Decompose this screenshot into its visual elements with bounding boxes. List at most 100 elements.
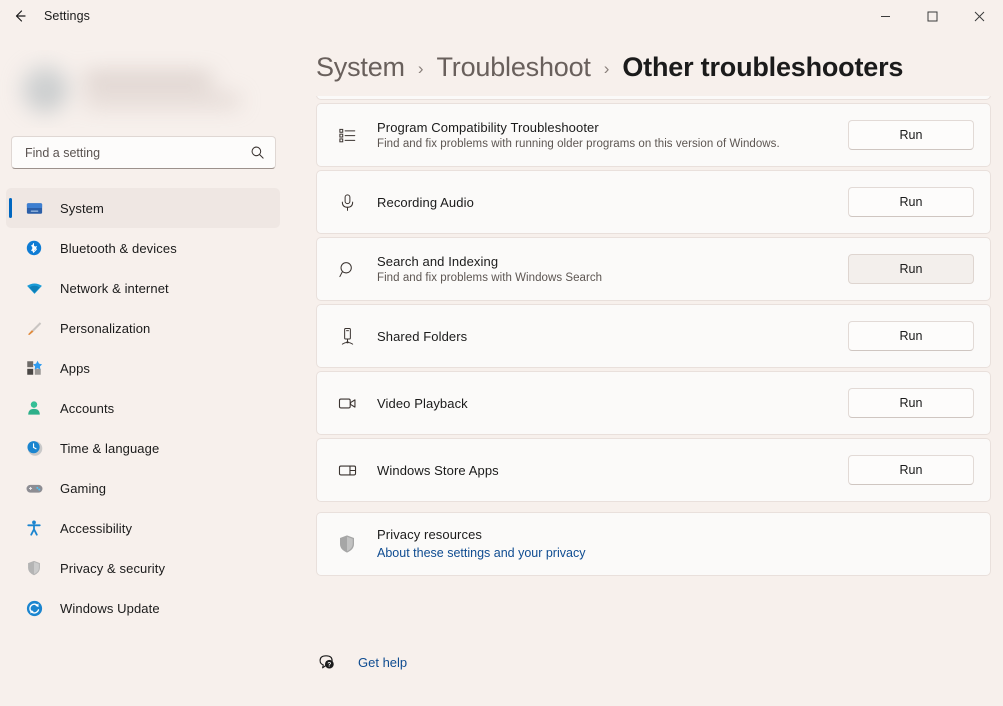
- sidebar-item-personalization[interactable]: Personalization: [6, 308, 280, 348]
- run-button-recording-audio[interactable]: Run: [848, 187, 974, 217]
- get-help-label: Get help: [358, 654, 408, 670]
- run-button-search-and-indexing[interactable]: Run: [848, 254, 974, 284]
- sidebar-item-privacy-security[interactable]: Privacy & security: [6, 548, 280, 588]
- shield-icon: [331, 533, 363, 555]
- bullet-list-icon: [331, 125, 363, 146]
- sidebar-item-time-language[interactable]: Time & language: [6, 428, 280, 468]
- profile-text-redacted: [84, 72, 240, 106]
- maximize-icon: [927, 11, 938, 22]
- sidebar: System Bluetooth & devices Network & int…: [0, 32, 300, 706]
- troubleshooter-subtitle: Find and fix problems with Windows Searc…: [377, 272, 603, 284]
- privacy-resources-card: Privacy resources About these settings a…: [316, 512, 991, 576]
- content-pane: System › Troubleshoot › Other troublesho…: [300, 32, 1003, 706]
- troubleshooter-subtitle: Find and fix problems with running older…: [377, 138, 780, 150]
- troubleshooter-row-clipped[interactable]: [316, 96, 991, 100]
- run-button-program-compatibility[interactable]: Run: [848, 120, 974, 150]
- back-arrow-icon: [12, 8, 28, 24]
- troubleshooter-title: Search and Indexing: [377, 254, 499, 269]
- minimize-button[interactable]: [862, 0, 909, 32]
- sidebar-item-label: Accounts: [60, 400, 115, 416]
- sidebar-item-apps[interactable]: Apps: [6, 348, 280, 388]
- breadcrumb-separator: ›: [603, 59, 610, 78]
- troubleshooter-text: Recording Audio: [377, 185, 848, 220]
- troubleshooters-scroll-region[interactable]: Program Compatibility Troubleshooter Fin…: [300, 96, 1003, 706]
- troubleshooter-title: Program Compatibility Troubleshooter: [377, 120, 599, 135]
- avatar: [22, 66, 68, 112]
- sidebar-item-label: Windows Update: [60, 600, 160, 616]
- troubleshooter-text: Video Playback: [377, 386, 848, 421]
- troubleshooter-title: Recording Audio: [377, 194, 474, 210]
- sidebar-nav: System Bluetooth & devices Network & int…: [6, 188, 280, 628]
- sidebar-item-label: Privacy & security: [60, 560, 166, 576]
- monitor-icon: [24, 198, 44, 218]
- sidebar-item-label: System: [60, 200, 104, 216]
- troubleshooter-row-shared-folders[interactable]: Shared Folders Run: [316, 304, 991, 368]
- troubleshooter-text: Program Compatibility Troubleshooter Fin…: [377, 110, 848, 160]
- back-button[interactable]: [0, 0, 40, 32]
- breadcrumb-item-system[interactable]: System: [316, 52, 405, 83]
- search-icon: [250, 145, 265, 160]
- store-panel-icon: [331, 460, 363, 481]
- sidebar-item-gaming[interactable]: Gaming: [6, 468, 280, 508]
- troubleshooter-row-video-playback[interactable]: Video Playback Run: [316, 371, 991, 435]
- wifi-icon: [24, 278, 44, 298]
- sidebar-item-bluetooth-devices[interactable]: Bluetooth & devices: [6, 228, 280, 268]
- gamepad-icon: [24, 478, 44, 498]
- troubleshooter-text: Shared Folders: [377, 319, 848, 354]
- sidebar-item-label: Bluetooth & devices: [60, 240, 177, 256]
- page-title: Other troubleshooters: [622, 52, 904, 82]
- accessibility-person-icon: [24, 518, 44, 538]
- search-input[interactable]: [25, 145, 250, 160]
- video-camera-icon: [331, 393, 363, 414]
- run-button-windows-store-apps[interactable]: Run: [848, 455, 974, 485]
- microphone-icon: [331, 192, 363, 213]
- troubleshooter-text: Windows Store Apps: [377, 453, 848, 488]
- privacy-title: Privacy resources: [377, 526, 483, 542]
- question-bubble-icon: ?: [316, 652, 338, 672]
- sidebar-item-label: Gaming: [60, 480, 107, 496]
- close-icon: [974, 11, 985, 22]
- paintbrush-icon: [24, 318, 44, 338]
- privacy-text: Privacy resources About these settings a…: [377, 517, 974, 572]
- close-button[interactable]: [956, 0, 1003, 32]
- sidebar-item-label: Time & language: [60, 440, 160, 456]
- sidebar-item-system[interactable]: System: [6, 188, 280, 228]
- sidebar-item-label: Personalization: [60, 320, 151, 336]
- sidebar-item-windows-update[interactable]: Windows Update: [6, 588, 280, 628]
- sidebar-item-accounts[interactable]: Accounts: [6, 388, 280, 428]
- sidebar-item-accessibility[interactable]: Accessibility: [6, 508, 280, 548]
- shield-icon: [24, 558, 44, 578]
- breadcrumb: System › Troubleshoot › Other troublesho…: [316, 52, 903, 83]
- run-button-shared-folders[interactable]: Run: [848, 321, 974, 351]
- troubleshooter-title: Video Playback: [377, 395, 468, 411]
- run-button-video-playback[interactable]: Run: [848, 388, 974, 418]
- maximize-button[interactable]: [909, 0, 956, 32]
- privacy-settings-link[interactable]: About these settings and your privacy: [377, 546, 585, 560]
- update-refresh-icon: [24, 598, 44, 618]
- sidebar-item-label: Apps: [60, 360, 91, 376]
- user-profile-redacted[interactable]: [0, 50, 280, 128]
- search-box[interactable]: [11, 136, 276, 169]
- bluetooth-icon: [24, 238, 44, 258]
- shared-folder-icon: [331, 326, 363, 347]
- apps-grid-icon: [24, 358, 44, 378]
- app-title: Settings: [44, 9, 90, 23]
- troubleshooter-title: Windows Store Apps: [377, 462, 499, 478]
- magnifier-icon: [331, 259, 363, 280]
- sidebar-item-network-internet[interactable]: Network & internet: [6, 268, 280, 308]
- get-help-link[interactable]: ? Get help: [316, 652, 407, 672]
- troubleshooter-row-recording-audio[interactable]: Recording Audio Run: [316, 170, 991, 234]
- troubleshooter-row-program-compatibility[interactable]: Program Compatibility Troubleshooter Fin…: [316, 103, 991, 167]
- troubleshooter-row-search-and-indexing[interactable]: Search and Indexing Find and fix problem…: [316, 237, 991, 301]
- breadcrumb-separator: ›: [417, 59, 424, 78]
- troubleshooter-text: Search and Indexing Find and fix problem…: [377, 244, 848, 294]
- clock-globe-icon: [24, 438, 44, 458]
- window-controls: [862, 0, 1003, 32]
- troubleshooter-row-windows-store-apps[interactable]: Windows Store Apps Run: [316, 438, 991, 502]
- sidebar-item-label: Network & internet: [60, 280, 169, 296]
- troubleshooter-list: Program Compatibility Troubleshooter Fin…: [316, 96, 991, 579]
- title-bar: Settings: [0, 0, 1003, 32]
- svg-text:?: ?: [327, 662, 331, 669]
- breadcrumb-item-troubleshoot[interactable]: Troubleshoot: [437, 52, 591, 83]
- minimize-icon: [880, 11, 891, 22]
